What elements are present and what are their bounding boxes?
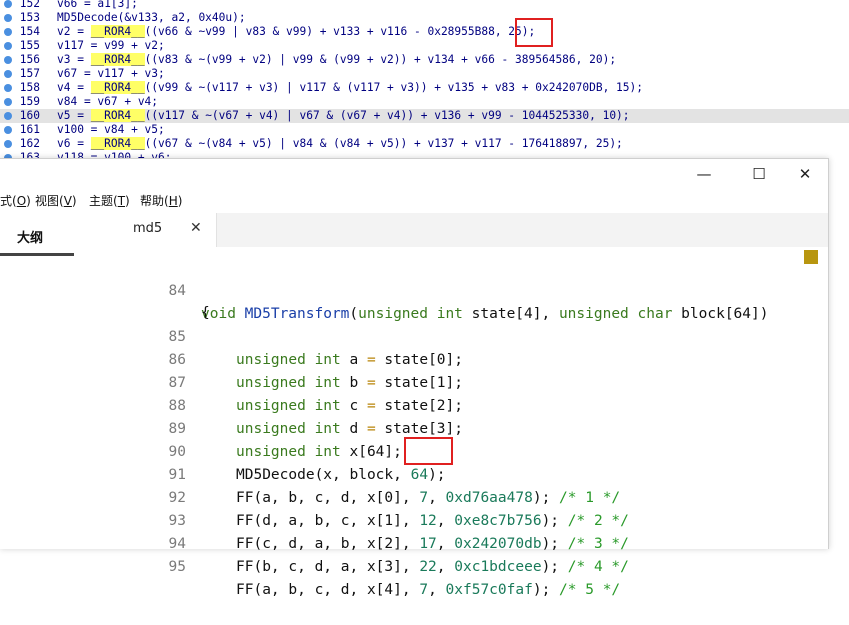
ida-code-text: v66 = a1[3];	[57, 0, 138, 10]
ida-line-number: 160	[19, 109, 40, 122]
ror4-macro[interactable]: __ROR4__	[90, 109, 145, 122]
ida-line[interactable]: 157 v67 = v117 + v3;	[0, 67, 849, 81]
ida-code-text: v6 = __ROR4__((v67 & ~(v84 + v5) | v84 &…	[57, 137, 623, 150]
annotation-highlight-box	[404, 437, 453, 465]
code-line[interactable]: 94 FF(b, c, d, a, x[3], 22, 0xc1bdceee);…	[146, 510, 786, 575]
code-line[interactable]: 91 FF(a, b, c, d, x[0], 7, 0xd76aa478); …	[146, 441, 786, 506]
breakpoint-dot-icon[interactable]	[4, 14, 12, 22]
menu-view[interactable]: 视图(V)	[35, 192, 77, 209]
ida-line-number: 159	[19, 95, 40, 108]
ida-code-text: v3 = __ROR4__((v83 & ~(v99 + v2) | v99 &…	[57, 53, 617, 66]
tab-label: md5	[133, 221, 163, 236]
code-text: FF(a, b, c, d, x[4], 7, 0xf57c0faf); /* …	[236, 582, 621, 598]
ida-line-number: 157	[19, 67, 40, 80]
code-line[interactable]: 93 FF(c, d, a, b, x[2], 17, 0x242070db);…	[146, 487, 786, 552]
ror4-macro[interactable]: __ROR4__	[90, 53, 145, 66]
ida-line-number: 155	[19, 39, 40, 52]
breakpoint-dot-icon[interactable]	[4, 70, 12, 78]
ida-line[interactable]: 162 v6 = __ROR4__((v67 & ~(v84 + v5) | v8…	[0, 137, 849, 151]
ida-line-number: 162	[19, 137, 40, 150]
menu-bar: 式(O) 视图(V) 主题(T) 帮助(H)	[0, 190, 828, 212]
code-line[interactable]: 95 FF(a, b, c, d, x[4], 7, 0xf57c0faf); …	[146, 533, 786, 598]
code-line[interactable]: 86 unsigned int b = state[1];	[146, 326, 786, 391]
breakpoint-dot-icon[interactable]	[4, 28, 12, 36]
ida-line-number: 152	[19, 0, 40, 10]
ida-line[interactable]: 155 v117 = v99 + v2;	[0, 39, 849, 53]
tab-strip: md5 ✕	[116, 213, 828, 247]
maximize-icon[interactable]: ☐	[741, 163, 777, 185]
minimize-icon[interactable]: —	[686, 163, 722, 185]
ida-line[interactable]: 154 v2 = __ROR4__((v66 & ~v99 | v83 & v99…	[0, 25, 849, 39]
ida-line[interactable]: 158 v4 = __ROR4__((v99 & ~(v117 + v3) | v…	[0, 81, 849, 95]
ida-line[interactable]: 152 v66 = a1[3];	[0, 0, 849, 11]
ida-code-text: v117 = v99 + v2;	[57, 39, 165, 52]
menu-format[interactable]: 式(O)	[0, 192, 31, 209]
ida-line[interactable]: 156 v3 = __ROR4__((v83 & ~(v99 + v2) | v9…	[0, 53, 849, 67]
sidebar: 大纲	[0, 213, 116, 549]
outline-tab-indicator	[0, 253, 74, 256]
annotation-highlight-box	[515, 18, 553, 47]
code-line[interactable]: {	[146, 279, 786, 321]
line-number: 95	[168, 559, 186, 575]
ida-line-number: 154	[19, 25, 40, 38]
ida-pseudocode-view: 152 v66 = a1[3]; 153 MD5Decode(&v133, a2, …	[0, 0, 849, 160]
ida-code-text: MD5Decode(&v133, a2, 0x40u);	[57, 11, 246, 24]
ida-line-current[interactable]: 160 v5 = __ROR4__((v117 & ~(v67 + v4) | v…	[0, 109, 849, 123]
ida-line-number: 158	[19, 81, 40, 94]
ida-code-text: v4 = __ROR4__((v99 & ~(v117 + v3) | v117…	[57, 81, 644, 94]
breakpoint-dot-icon[interactable]	[4, 140, 12, 148]
ida-line-number: 156	[19, 53, 40, 66]
code-line[interactable]: 89 unsigned int x[64];	[146, 395, 786, 460]
scroll-marker[interactable]	[804, 250, 818, 264]
code-line[interactable]: 90 MD5Decode(x, block, 64);	[146, 418, 786, 483]
ida-line-number: 153	[19, 11, 40, 24]
tab-md5[interactable]: md5 ✕	[116, 213, 217, 247]
code-line[interactable]: 87 unsigned int c = state[2];	[146, 349, 786, 414]
title-bar[interactable]: — ☐ ✕	[0, 159, 828, 189]
code-line[interactable]: 92 FF(d, a, b, c, x[1], 12, 0xe8c7b756);…	[146, 464, 786, 529]
code-line[interactable]: 84 void MD5Transform(unsigned int state[…	[146, 257, 786, 322]
ror4-macro[interactable]: __ROR4__	[90, 25, 145, 38]
menu-theme[interactable]: 主题(T)	[89, 192, 130, 209]
editor-window: — ☐ ✕ 式(O) 视图(V) 主题(T) 帮助(H) 大纲 md5 ✕ 84…	[0, 158, 829, 598]
breakpoint-dot-icon[interactable]	[4, 98, 12, 106]
ida-line[interactable]: 153 MD5Decode(&v133, a2, 0x40u);	[0, 11, 849, 25]
close-icon[interactable]: ✕	[787, 163, 823, 185]
outline-tab[interactable]: 大纲	[17, 227, 43, 246]
code-text: FF(b, c, d, a, x[3], 22, 0xc1bdceee); /*…	[236, 559, 629, 575]
ida-code-text: v5 = __ROR4__((v117 & ~(v67 + v4) | v67 …	[57, 109, 630, 122]
ida-code-text: v2 = __ROR4__((v66 & ~v99 | v83 & v99) +…	[57, 25, 536, 38]
breakpoint-dot-icon[interactable]	[4, 112, 12, 120]
ror4-macro[interactable]: __ROR4__	[90, 137, 145, 150]
ida-line[interactable]: 159 v84 = v67 + v4;	[0, 95, 849, 109]
breakpoint-dot-icon[interactable]	[4, 56, 12, 64]
tab-close-icon[interactable]: ✕	[190, 220, 202, 236]
code-editor[interactable]: 84 void MD5Transform(unsigned int state[…	[116, 247, 828, 598]
code-line[interactable]: 88 unsigned int d = state[3];	[146, 372, 786, 437]
breakpoint-dot-icon[interactable]	[4, 0, 12, 8]
ror4-macro[interactable]: __ROR4__	[90, 81, 145, 94]
code-line[interactable]: 85 unsigned int a = state[0];	[146, 303, 786, 368]
menu-help[interactable]: 帮助(H)	[140, 192, 182, 209]
breakpoint-dot-icon[interactable]	[4, 126, 12, 134]
ida-code-text: v84 = v67 + v4;	[57, 95, 159, 108]
ida-code-text: v100 = v84 + v5;	[57, 123, 165, 136]
ida-code-text: v67 = v117 + v3;	[57, 67, 165, 80]
ida-line-number: 161	[19, 123, 40, 136]
breakpoint-dot-icon[interactable]	[4, 42, 12, 50]
ida-line[interactable]: 161 v100 = v84 + v5;	[0, 123, 849, 137]
breakpoint-dot-icon[interactable]	[4, 84, 12, 92]
